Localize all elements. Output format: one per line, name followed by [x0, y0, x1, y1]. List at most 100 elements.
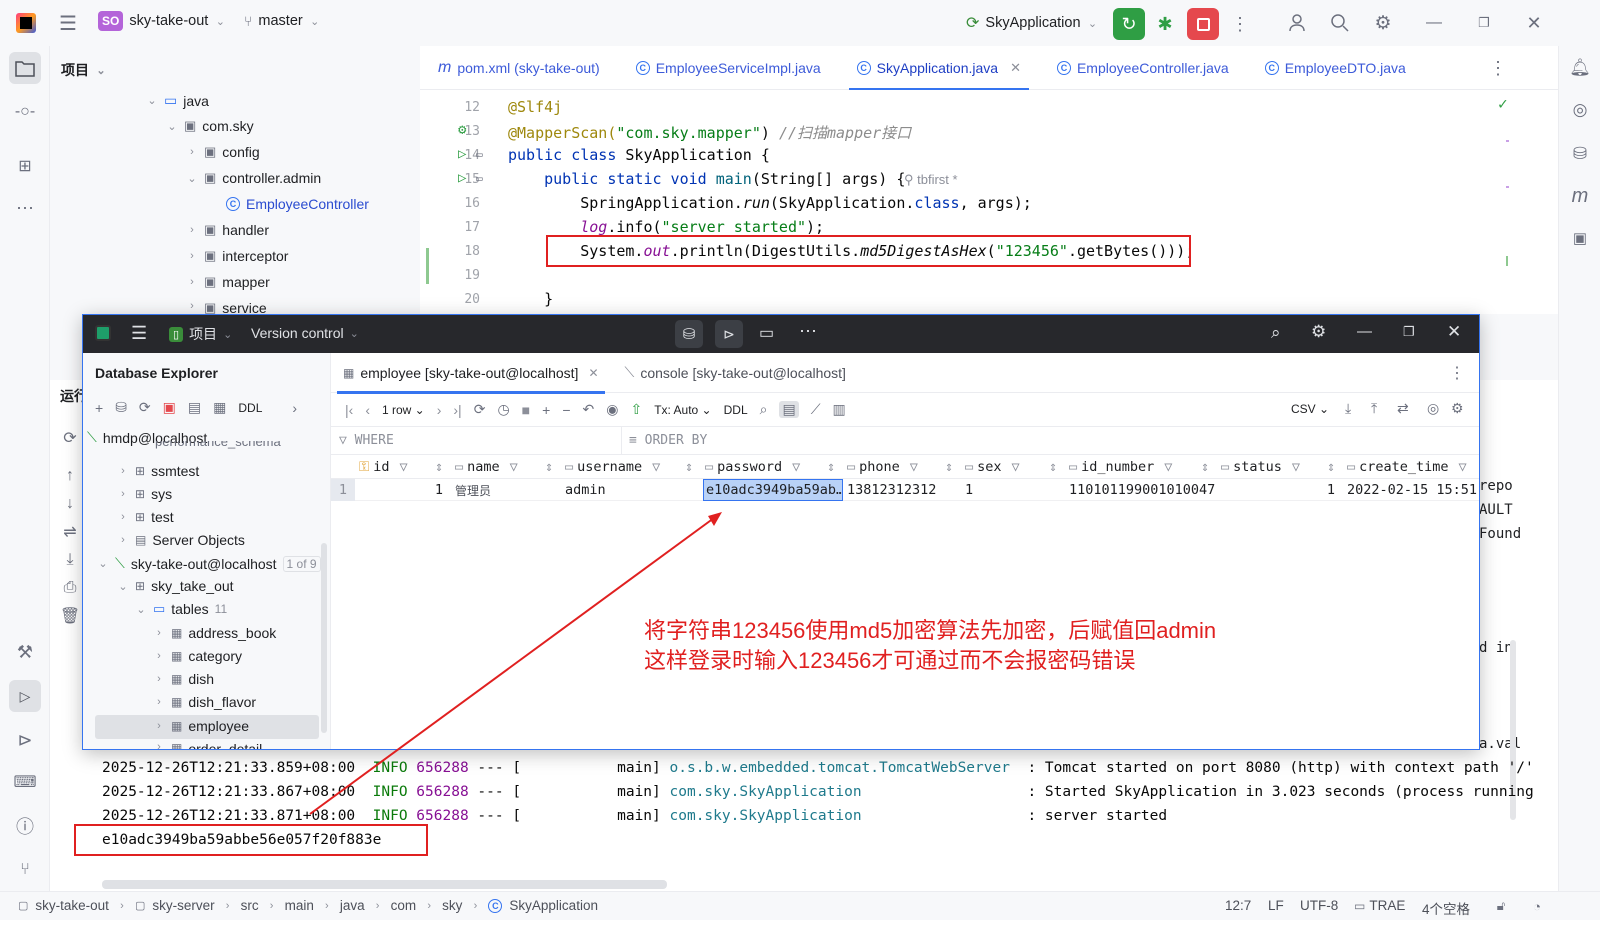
project-pane-header[interactable]: 项目 ⌄ — [61, 60, 107, 80]
close-window-icon[interactable]: ✕ — [1524, 11, 1544, 35]
git-icon[interactable]: ⑂ — [13, 858, 37, 882]
stop-query-icon[interactable]: ■ — [522, 402, 530, 418]
tab-employee-service-impl[interactable]: C EmployeeServiceImpl.java — [618, 46, 839, 90]
db-tree-performance-schema[interactable]: performance_schema — [155, 441, 281, 449]
db-database-icon[interactable]: ⛁ — [675, 320, 703, 348]
reload-icon[interactable]: ⟳ — [474, 401, 486, 418]
cell-username[interactable]: admin — [565, 479, 699, 501]
tab-options-icon[interactable]: ⋮ — [1488, 56, 1508, 80]
cell-password[interactable]: e10adc3949ba59ab… — [703, 479, 843, 501]
chevron-right-icon[interactable]: › — [292, 400, 297, 416]
cell-create-time[interactable]: 2022-02-15 15:51: — [1347, 479, 1477, 501]
db-tree-schema[interactable]: ⌄ ⊞ sky_take_out — [117, 578, 233, 594]
table-row[interactable]: 1 1 管理员 admin e10adc3949ba59ab… 13812312… — [331, 479, 1479, 501]
tree-item-package[interactable]: › ▣ interceptor — [186, 248, 288, 264]
breadcrumb-item[interactable]: com — [391, 898, 417, 913]
db-tree-schema[interactable]: › ⊞ ssmtest — [117, 463, 199, 479]
scroll-down-icon[interactable]: ↓ — [60, 494, 80, 514]
row-count-selector[interactable]: 1 row ⌄ — [382, 403, 425, 417]
db-project-switcher[interactable]: ▯ 项目 ⌄ — [169, 324, 232, 344]
endpoints-icon[interactable]: ▣ — [1568, 226, 1592, 250]
upload-icon[interactable]: ⤒ — [1371, 400, 1377, 417]
tree-item-package[interactable]: › ▣ handler — [186, 222, 269, 238]
history-icon[interactable]: ◷ — [497, 401, 509, 418]
tree-item-package[interactable]: ⌄ ▣ controller.admin — [186, 170, 321, 186]
last-page-icon[interactable]: ›| — [453, 402, 461, 418]
file-encoding[interactable]: UTF-8 — [1300, 898, 1338, 913]
table-view-icon[interactable]: ▦ — [213, 399, 226, 416]
minimize-icon[interactable]: — — [1424, 11, 1444, 35]
close-tab-icon[interactable]: ✕ — [1010, 60, 1021, 76]
inspection-ok-icon[interactable]: ✓ — [1498, 94, 1508, 113]
db-tree-table[interactable]: › ▦ dish — [153, 671, 214, 687]
project-switcher[interactable]: SO sky-take-out ⌄ — [98, 11, 226, 31]
tab-employee-dto[interactable]: C EmployeeDTO.java — [1247, 46, 1424, 90]
cell-phone[interactable]: 13812312312 — [847, 479, 961, 501]
rerun-small-icon[interactable]: ⟳ — [60, 428, 80, 448]
search-icon[interactable]: ⌕ — [760, 401, 768, 418]
db-more-icon[interactable]: ⋯ — [799, 321, 817, 342]
build-hammer-icon[interactable]: ⚒ — [13, 640, 37, 664]
structure-icon[interactable]: ⊞ — [13, 154, 37, 178]
add-row-icon[interactable]: + — [542, 402, 550, 418]
sort-icon[interactable]: ⇕ — [827, 455, 835, 479]
db-menu-icon[interactable]: ☰ — [131, 323, 147, 344]
db-tree-connection[interactable]: ⌄ ⟍ sky-take-out@localhost 1 of 9 — [97, 555, 321, 572]
print-icon[interactable]: ⎙ — [60, 578, 80, 598]
db-restore-icon[interactable]: ❐ — [1403, 324, 1415, 340]
tab-employee-controller[interactable]: C EmployeeController.java — [1039, 46, 1247, 90]
db-tree-scrollbar[interactable] — [321, 543, 327, 733]
branch-switcher[interactable]: ⑂ master ⌄ — [244, 13, 321, 29]
more-tools-icon[interactable]: ⋯ — [13, 196, 37, 220]
column-header-sex[interactable]: ▭ sex ▽ — [965, 455, 1020, 479]
column-header-phone[interactable]: ▭ phone ▽ — [847, 455, 918, 479]
column-header-username[interactable]: ▭ username ▽ — [565, 455, 660, 479]
db-settings-icon[interactable]: ⚙ — [1311, 322, 1326, 342]
refresh-icon[interactable]: ⟳ — [139, 399, 151, 416]
project-tool-button[interactable] — [9, 52, 41, 84]
column-header-id-number[interactable]: ▭ id_number ▽ — [1069, 455, 1172, 479]
run-gutter-icon[interactable]: ▷ — [458, 146, 466, 162]
stop-connection-icon[interactable]: ▣ — [163, 399, 176, 416]
maven-icon[interactable]: m — [1568, 184, 1592, 208]
run-tool-button[interactable]: ▷ — [9, 680, 41, 712]
rerun-button[interactable]: ↻ — [1113, 8, 1145, 40]
restore-icon[interactable]: ❐ — [1474, 11, 1494, 35]
db-tree-table[interactable]: › ▦ category — [153, 648, 242, 664]
cell-status[interactable]: 1 — [1221, 479, 1341, 501]
sort-icon[interactable]: ⇕ — [1201, 455, 1209, 479]
services-icon[interactable]: ⊳ — [13, 728, 37, 752]
close-tab-icon[interactable]: ✕ — [588, 366, 598, 380]
tab-console[interactable]: ⟍ console [sky-take-out@localhost] — [611, 353, 860, 393]
prev-page-icon[interactable]: ‹ — [365, 402, 370, 418]
chart-icon[interactable]: ⟋ — [811, 401, 821, 418]
database-icon[interactable]: ⛁ — [1568, 142, 1592, 166]
first-page-icon[interactable]: |‹ — [345, 402, 353, 418]
db-tree-table-employee[interactable]: › ▦ employee — [153, 718, 249, 734]
ddl-button[interactable]: DDL — [724, 403, 748, 417]
intellij-logo-icon[interactable] — [16, 13, 36, 33]
tree-item-package[interactable]: › ▣ service — [186, 300, 267, 314]
ddl-button[interactable]: DDL — [238, 401, 262, 415]
account-icon[interactable] — [1286, 11, 1310, 35]
run-gutter-icon[interactable]: ▷ — [458, 170, 466, 186]
db-tree-tables[interactable]: ⌄ ▭ tables 11 — [135, 601, 227, 617]
cell-name[interactable]: 管理员 — [455, 479, 559, 501]
db-tree-table[interactable]: › ▦ dish_flavor — [153, 694, 256, 710]
sort-icon[interactable]: ⇕ — [1327, 455, 1335, 479]
sort-icon[interactable]: ⇕ — [545, 455, 553, 479]
db-close-icon[interactable]: ✕ — [1447, 322, 1461, 342]
tree-item-package[interactable]: ⌄ ▣ com.sky — [166, 118, 253, 134]
submit-icon[interactable]: ⇧ — [630, 401, 642, 418]
datagrip-logo-icon[interactable] — [95, 325, 111, 341]
tab-pom-xml[interactable]: m pom.xml (sky-take-out) — [420, 46, 618, 90]
export-format-selector[interactable]: CSV ⌄ — [1291, 402, 1329, 416]
notifications-bell-icon[interactable]: 🔔︎ — [1568, 56, 1592, 80]
inspection-status-icon[interactable]: ◔ — [1528, 897, 1546, 915]
tab-sky-application[interactable]: C SkyApplication.java ✕ — [839, 46, 1039, 91]
breadcrumb-item[interactable]: SkyApplication — [509, 898, 598, 913]
tree-item-package[interactable]: › ▣ mapper — [186, 274, 270, 290]
sort-icon[interactable]: ⇕ — [1049, 455, 1057, 479]
column-header-id[interactable]: ⚿ id ▽ — [359, 455, 408, 479]
sort-icon[interactable]: ⇕ — [945, 455, 953, 479]
